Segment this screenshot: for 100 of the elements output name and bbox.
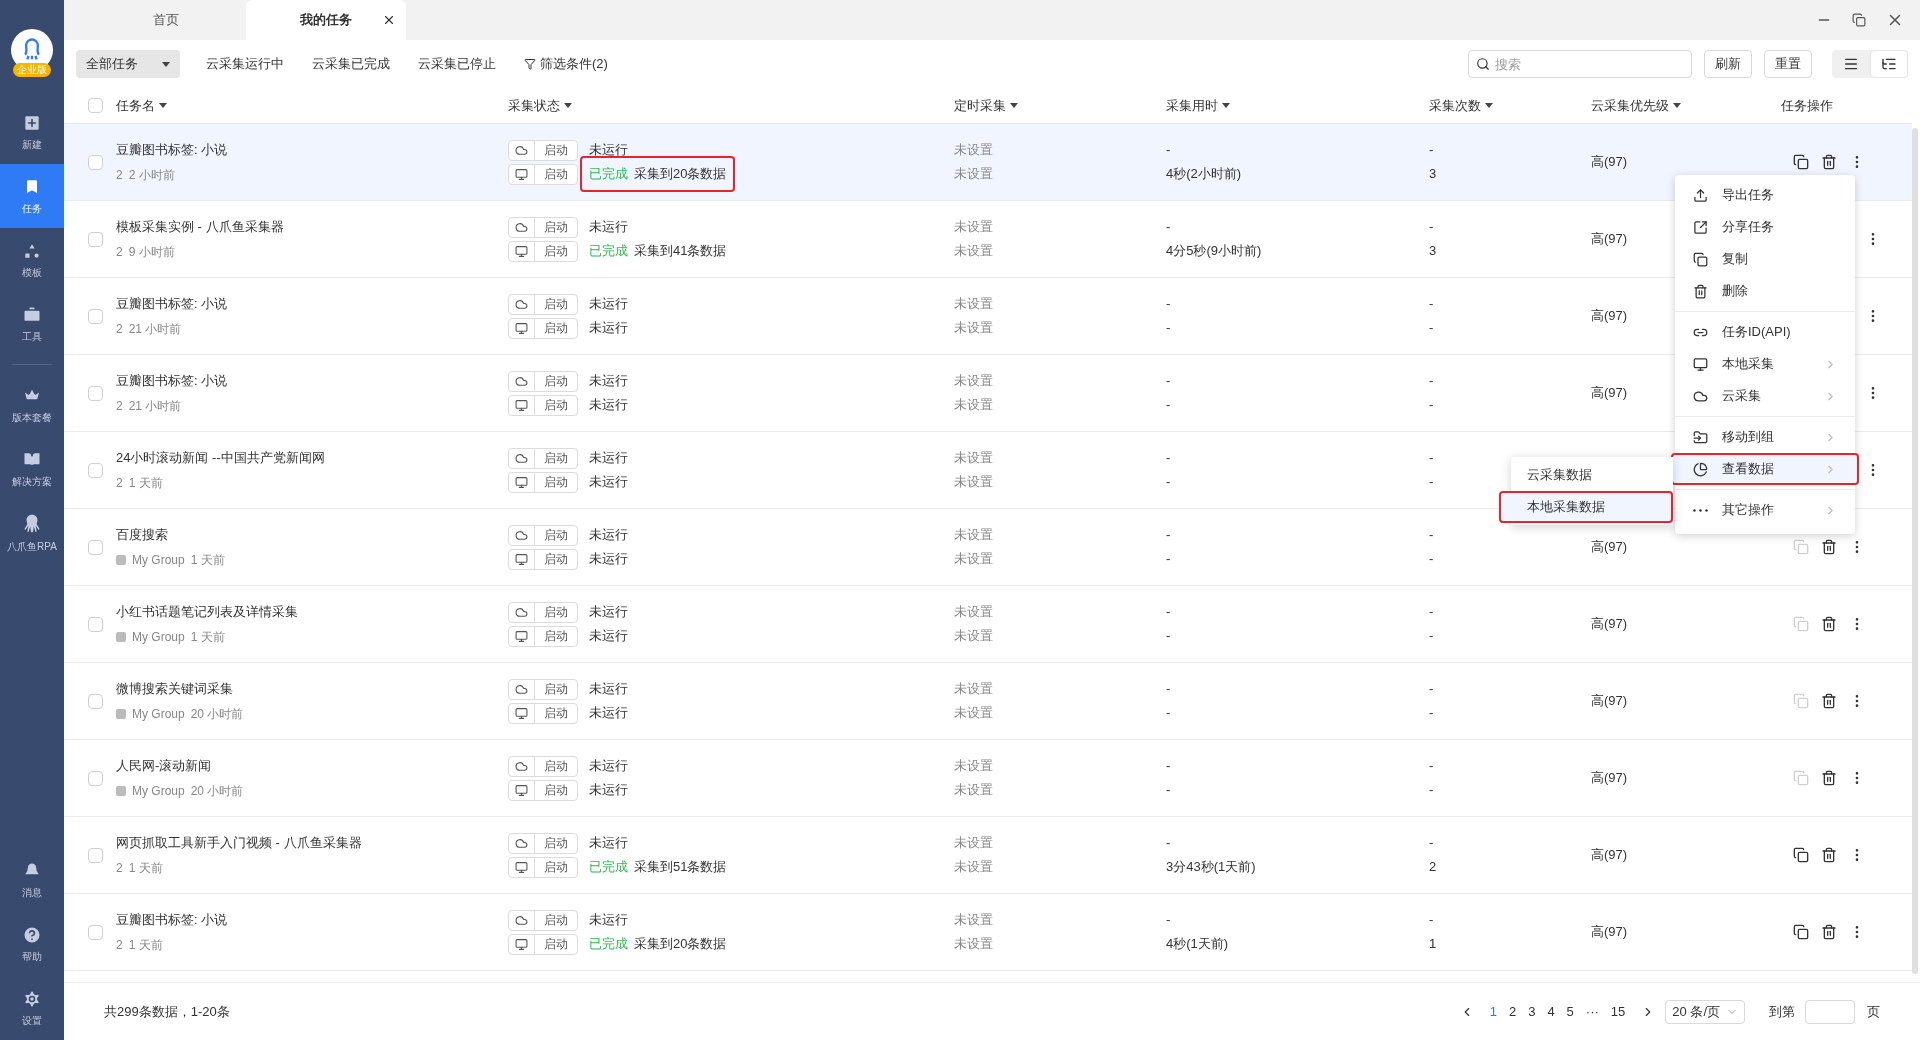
filter-link[interactable]: 云采集运行中 bbox=[206, 54, 284, 74]
sidebar-item[interactable]: 解决方案 bbox=[0, 437, 64, 501]
start-button[interactable]: 启动 bbox=[508, 394, 578, 416]
page-number[interactable]: 3 bbox=[1522, 1001, 1542, 1022]
filter-link[interactable]: 云采集已完成 bbox=[312, 54, 390, 74]
column-header[interactable]: 任务名 bbox=[116, 95, 155, 116]
task-name[interactable]: 百度搜索 bbox=[116, 525, 508, 545]
start-button[interactable]: 启动 bbox=[508, 524, 578, 546]
task-name[interactable]: 网页抓取工具新手入门视频 - 八爪鱼采集器 bbox=[116, 833, 508, 853]
start-button[interactable]: 启动 bbox=[508, 625, 578, 647]
copy-icon[interactable] bbox=[1793, 924, 1809, 940]
tree-view-button[interactable] bbox=[1870, 50, 1908, 78]
sidebar-item[interactable]: 新建 bbox=[0, 100, 64, 164]
checkbox[interactable] bbox=[88, 462, 103, 478]
checkbox[interactable] bbox=[88, 770, 103, 786]
copy-icon[interactable] bbox=[1793, 154, 1809, 170]
start-button[interactable]: 启动 bbox=[508, 933, 578, 955]
menu-item[interactable]: 云采集 bbox=[1675, 380, 1855, 412]
tab[interactable]: 首页 bbox=[86, 0, 246, 40]
start-button[interactable]: 启动 bbox=[508, 832, 578, 854]
page-size-select[interactable]: 20 条/页 bbox=[1665, 999, 1745, 1024]
sort-caret-icon[interactable] bbox=[1222, 103, 1230, 108]
sort-caret-icon[interactable] bbox=[1673, 103, 1681, 108]
task-name[interactable]: 豆瓣图书标签: 小说 bbox=[116, 294, 508, 314]
trash-icon[interactable] bbox=[1821, 693, 1837, 709]
sort-caret-icon[interactable] bbox=[159, 103, 167, 108]
task-name[interactable]: 豆瓣图书标签: 小说 bbox=[116, 910, 508, 930]
checkbox[interactable] bbox=[88, 924, 103, 940]
menu-item[interactable]: 任务ID(API) bbox=[1675, 316, 1855, 348]
start-button[interactable]: 启动 bbox=[508, 678, 578, 700]
column-header[interactable]: 采集次数 bbox=[1429, 95, 1481, 116]
sidebar-item[interactable]: 设置 bbox=[0, 976, 64, 1040]
menu-item[interactable]: 删除 bbox=[1675, 275, 1855, 307]
sort-caret-icon[interactable] bbox=[564, 103, 572, 108]
task-name[interactable]: 豆瓣图书标签: 小说 bbox=[116, 140, 508, 160]
menu-item[interactable]: 复制 bbox=[1675, 243, 1855, 275]
column-header[interactable]: 采集状态 bbox=[508, 95, 560, 116]
sort-caret-icon[interactable] bbox=[1485, 103, 1493, 108]
checkbox[interactable] bbox=[88, 847, 103, 863]
search-field[interactable]: 搜索 bbox=[1468, 50, 1692, 78]
checkbox[interactable] bbox=[88, 693, 103, 709]
checkbox[interactable] bbox=[88, 308, 103, 324]
copy-icon[interactable] bbox=[1793, 847, 1809, 863]
trash-icon[interactable] bbox=[1821, 847, 1837, 863]
task-name[interactable]: 模板采集实例 - 八爪鱼采集器 bbox=[116, 217, 508, 237]
scrollbar[interactable] bbox=[1912, 128, 1918, 974]
sidebar-item[interactable]: 任务 bbox=[0, 164, 64, 228]
task-name[interactable]: 24小时滚动新闻 --中国共产党新闻网 bbox=[116, 448, 508, 468]
sidebar-item[interactable]: 帮助 bbox=[0, 912, 64, 976]
sort-caret-icon[interactable] bbox=[1010, 103, 1018, 108]
page-number[interactable]: ··· bbox=[1579, 1001, 1605, 1022]
close-tab-icon[interactable] bbox=[382, 13, 396, 27]
checkbox[interactable] bbox=[88, 539, 103, 555]
start-button[interactable]: 启动 bbox=[508, 240, 578, 262]
trash-icon[interactable] bbox=[1821, 539, 1837, 555]
page-input[interactable] bbox=[1805, 999, 1855, 1024]
checkbox[interactable] bbox=[88, 98, 103, 113]
page-number[interactable]: 15 bbox=[1604, 1001, 1632, 1022]
checkbox[interactable] bbox=[88, 385, 103, 401]
start-button[interactable]: 启动 bbox=[508, 370, 578, 392]
menu-item[interactable]: 分享任务 bbox=[1675, 211, 1855, 243]
trash-icon[interactable] bbox=[1821, 154, 1837, 170]
page-number[interactable]: 2 bbox=[1502, 1001, 1523, 1022]
column-header[interactable]: 定时采集 bbox=[954, 95, 1006, 116]
menu-item[interactable]: 本地采集数据 bbox=[1499, 491, 1673, 523]
column-header[interactable]: 采集用时 bbox=[1166, 95, 1218, 116]
sidebar-item[interactable]: 版本套餐 bbox=[0, 373, 64, 437]
tab[interactable]: 我的任务 bbox=[246, 0, 406, 40]
sidebar-item[interactable]: 消息 bbox=[0, 848, 64, 912]
restore-icon[interactable] bbox=[1852, 13, 1866, 27]
task-name[interactable]: 人民网-滚动新闻 bbox=[116, 756, 508, 776]
start-button[interactable]: 启动 bbox=[508, 216, 578, 238]
sidebar-item[interactable]: 八爪鱼RPA bbox=[0, 501, 64, 565]
start-button[interactable]: 启动 bbox=[508, 317, 578, 339]
checkbox[interactable] bbox=[88, 616, 103, 632]
toolbar-button[interactable]: 刷新 bbox=[1704, 50, 1752, 78]
sidebar-item[interactable]: 工具 bbox=[0, 292, 64, 356]
page-number[interactable]: 5 bbox=[1560, 1001, 1580, 1022]
sidebar-item[interactable]: 模板 bbox=[0, 228, 64, 292]
start-button[interactable]: 启动 bbox=[508, 702, 578, 724]
column-header[interactable]: 任务操作 bbox=[1781, 95, 1833, 116]
start-button[interactable]: 启动 bbox=[508, 447, 578, 469]
start-button[interactable]: 启动 bbox=[508, 163, 578, 185]
start-button[interactable]: 启动 bbox=[508, 909, 578, 931]
page-number[interactable]: 1 bbox=[1483, 1001, 1503, 1022]
task-filter-dropdown[interactable]: 全部任务 bbox=[76, 50, 180, 78]
trash-icon[interactable] bbox=[1821, 924, 1837, 940]
menu-item[interactable]: 云采集数据 bbox=[1511, 459, 1673, 491]
start-button[interactable]: 启动 bbox=[508, 548, 578, 570]
start-button[interactable]: 启动 bbox=[508, 779, 578, 801]
task-name[interactable]: 微博搜索关键词采集 bbox=[116, 679, 508, 699]
task-name[interactable]: 小红书话题笔记列表及详情采集 bbox=[116, 602, 508, 622]
toolbar-button[interactable]: 重置 bbox=[1764, 50, 1812, 78]
task-name[interactable]: 豆瓣图书标签: 小说 bbox=[116, 371, 508, 391]
start-button[interactable]: 启动 bbox=[508, 139, 578, 161]
checkbox[interactable] bbox=[88, 154, 103, 170]
condition-filter[interactable]: 筛选条件(2) bbox=[524, 54, 608, 74]
page-number[interactable]: 4 bbox=[1541, 1001, 1561, 1022]
start-button[interactable]: 启动 bbox=[508, 601, 578, 623]
trash-icon[interactable] bbox=[1821, 616, 1837, 632]
